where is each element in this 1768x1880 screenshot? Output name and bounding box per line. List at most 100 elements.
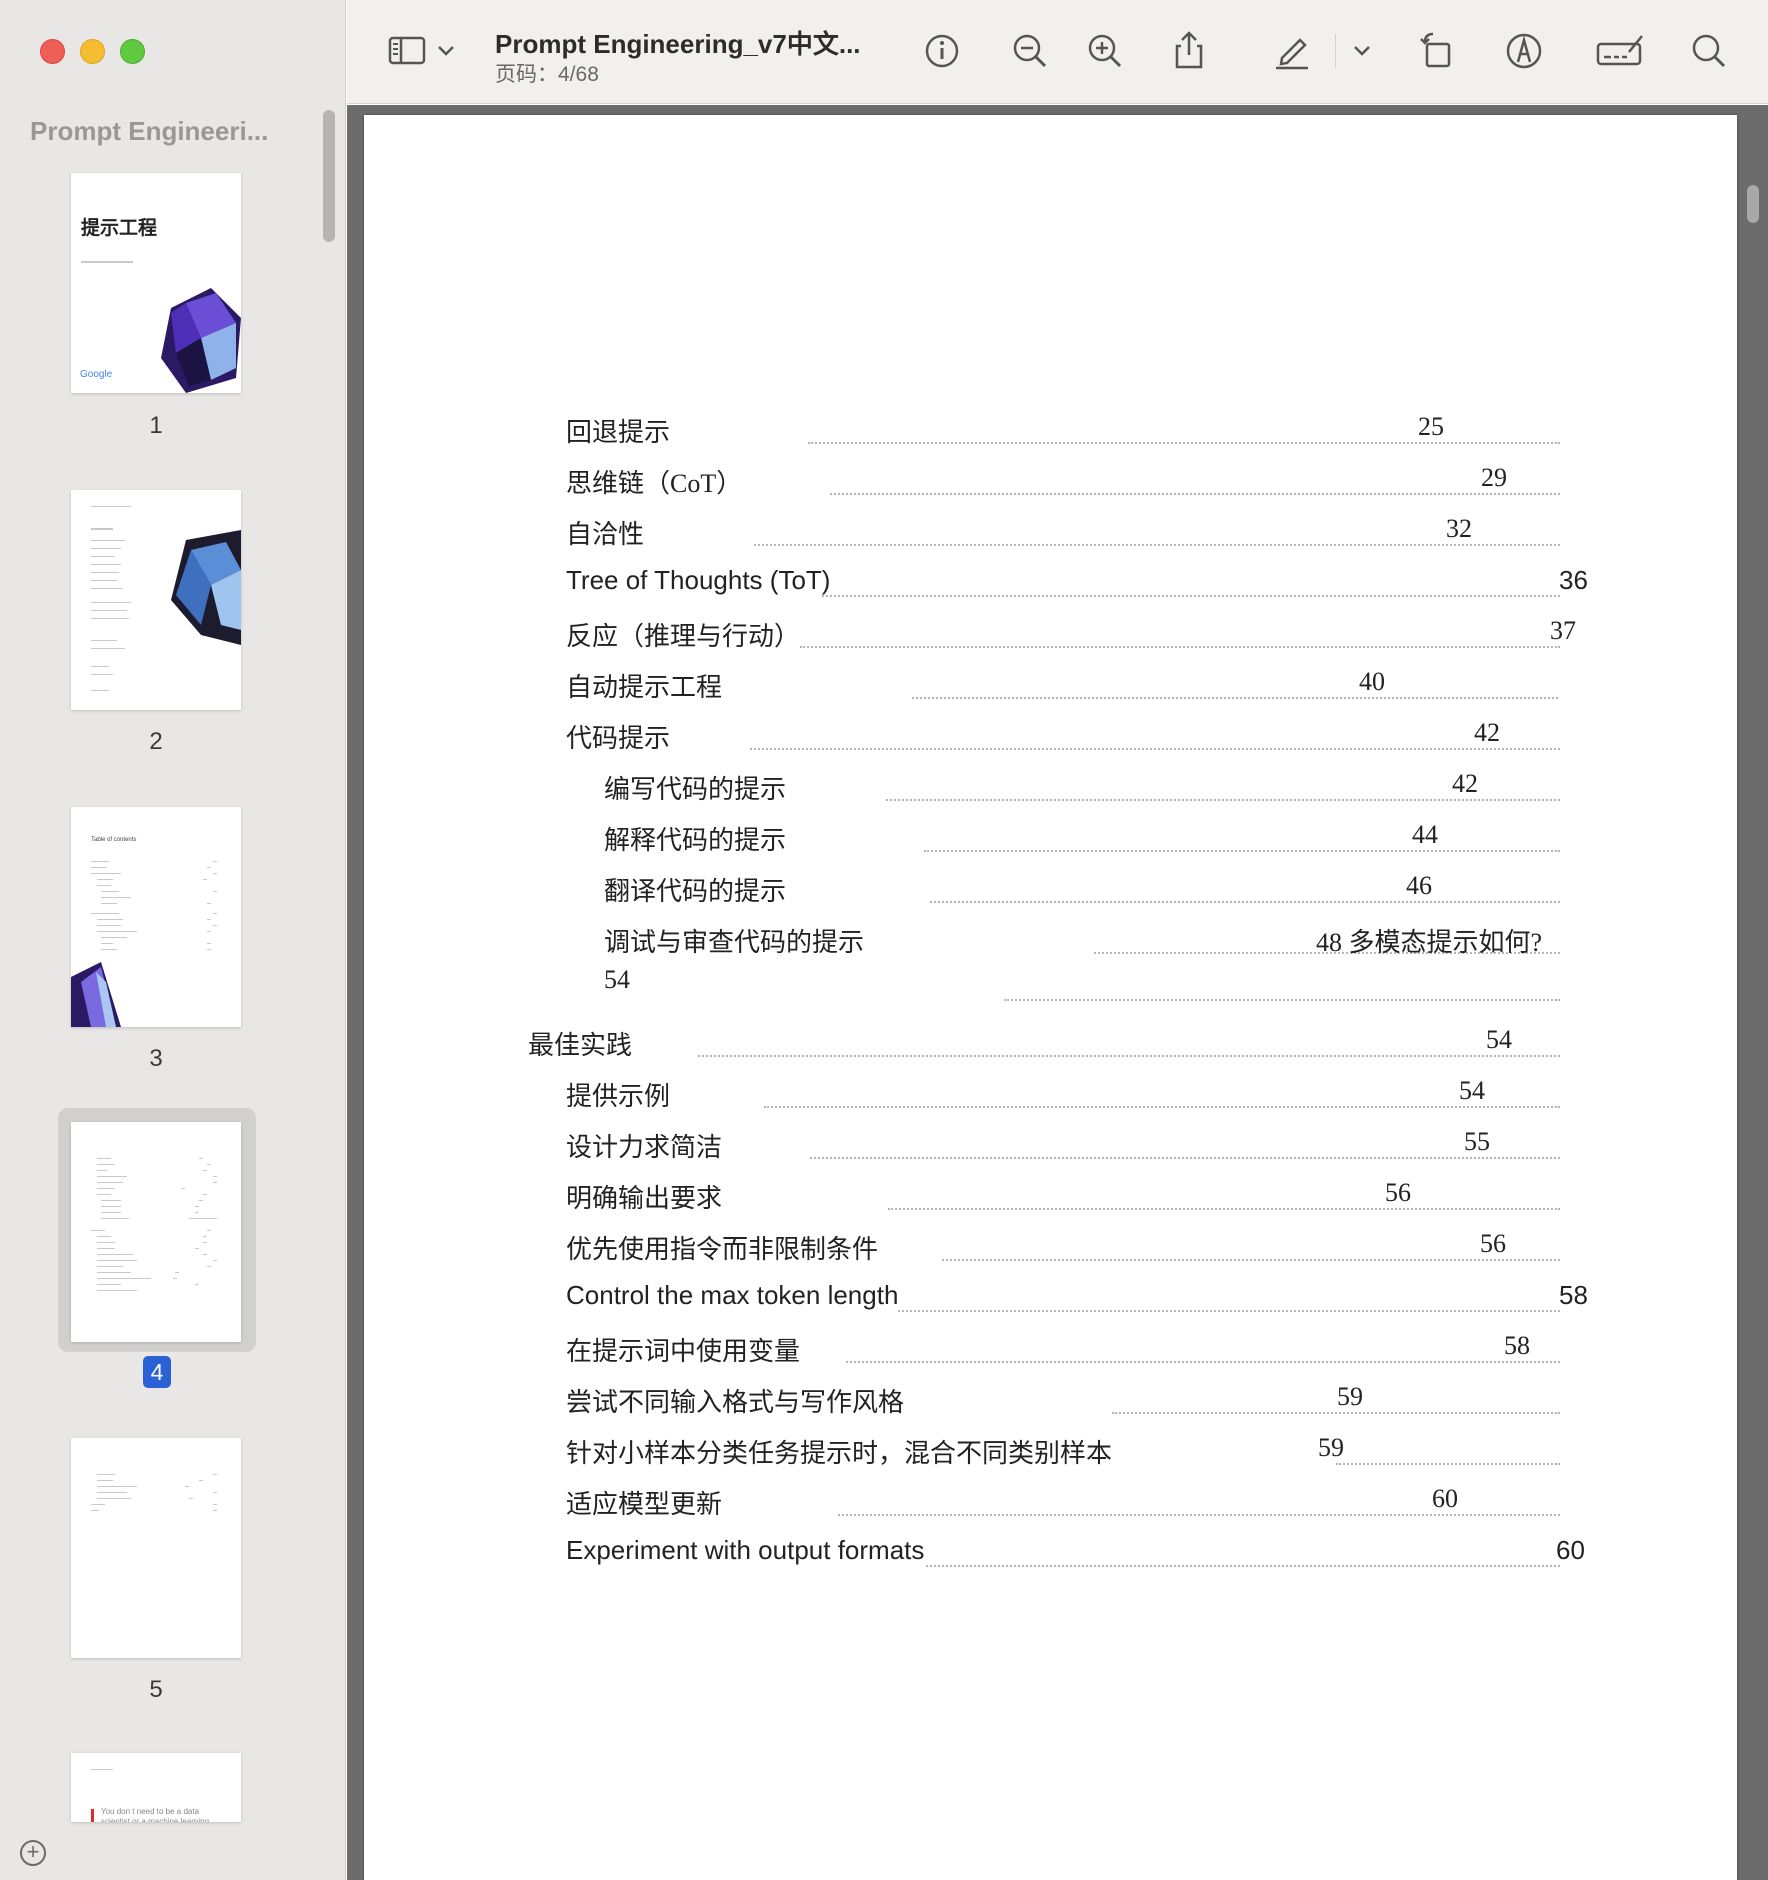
toc-entry[interactable]: 回退提示 25 [566, 412, 1566, 452]
toc-entry[interactable]: 自动提示工程 40 [566, 667, 1566, 707]
thumbnail-heading: 提示工程 [81, 217, 158, 239]
thumbnail-sidebar: Prompt Engineeri... 提示工程 Google 1 2 Tabl… [0, 0, 346, 1880]
signature-icon[interactable] [1595, 30, 1645, 70]
toc-entry-label: 设计力求简洁 [566, 1133, 723, 1162]
toc-entry[interactable]: 翻译代码的提示 46 [604, 871, 1566, 911]
add-page-icon[interactable]: + [20, 1840, 46, 1866]
toc-entry-label: 自动提示工程 [566, 673, 723, 702]
zoom-out-icon[interactable] [1010, 30, 1050, 70]
toc-leader-dots [830, 493, 1560, 495]
gem-graphic-icon [171, 530, 241, 645]
toc-entry-page: 55 [1464, 1127, 1490, 1156]
thumbnail-number: 5 [149, 1676, 163, 1703]
toc-leader-dots [924, 850, 1560, 852]
share-icon[interactable] [1169, 30, 1209, 70]
toc-leader-dots [888, 1208, 1560, 1210]
gem-graphic-icon [71, 962, 121, 1027]
toc-leader-dots [1112, 1412, 1560, 1414]
gem-graphic-icon [161, 288, 241, 393]
sidebar-toggle-icon[interactable] [387, 30, 427, 70]
toc-entry-label: 编写代码的提示 [604, 775, 787, 804]
zoom-window-button[interactable] [120, 39, 145, 64]
toc-entry-page: 58 [1559, 1280, 1588, 1310]
toc-entry[interactable]: 明确输出要求 56 [566, 1178, 1566, 1218]
toc-leader-dots [942, 1259, 1560, 1261]
toc-entry[interactable]: 编写代码的提示 42 [604, 769, 1566, 809]
thumbnail-number-selected: 4 [143, 1356, 171, 1388]
toc-entry-page: 59 [1318, 1433, 1344, 1462]
chevron-down-icon[interactable] [1351, 30, 1373, 70]
toc-leader-dots [698, 1055, 1560, 1057]
rotate-icon[interactable] [1417, 30, 1457, 70]
toc-entry-label: 反应（推理与行动） [566, 622, 801, 651]
toc-leader-dots [838, 1514, 1560, 1516]
toc-leader-dots [822, 595, 1560, 597]
search-icon[interactable] [1689, 30, 1729, 70]
toc-entry[interactable]: 在提示词中使用变量 58 [566, 1331, 1566, 1371]
toc-entry-label: 54 [604, 965, 630, 994]
toc-entry[interactable]: 最佳实践 54 [528, 1025, 1566, 1065]
minimize-window-button[interactable] [80, 39, 105, 64]
toc-entry[interactable]: 解释代码的提示 44 [604, 820, 1566, 860]
thumbnail-page-5[interactable] [71, 1438, 241, 1658]
toc-entry[interactable]: 调试与审查代码的提示 48 多模态提示如何? [604, 922, 1566, 962]
zoom-in-icon[interactable] [1085, 30, 1125, 70]
toc-entry[interactable]: 提供示例 54 [566, 1076, 1566, 1116]
toc-leader-dots [846, 1361, 1560, 1363]
thumbnail-page-4[interactable] [71, 1122, 241, 1342]
toc-entry-page: 46 [1406, 871, 1432, 900]
toc-entry-page: 54 [1459, 1076, 1485, 1105]
highlight-pen-icon[interactable] [1272, 30, 1312, 70]
toc-entry[interactable]: 思维链（CoT） 29 [566, 463, 1566, 503]
toc-entry[interactable]: 设计力求简洁 55 [566, 1127, 1566, 1167]
toc-entry[interactable]: 尝试不同输入格式与写作风格 59 [566, 1382, 1566, 1422]
toc-entry[interactable]: 自洽性 32 [566, 514, 1566, 554]
toc-entry-label: 自洽性 [566, 520, 645, 549]
toc-entry-page: 42 [1452, 769, 1478, 798]
toc-entry[interactable]: 54 [604, 965, 1566, 1005]
toc-entry-label: 思维链（CoT） [566, 469, 743, 498]
toc-entry[interactable]: 优先使用指令而非限制条件 56 [566, 1229, 1566, 1269]
chevron-down-icon[interactable] [435, 30, 457, 70]
toc-entry[interactable]: 针对小样本分类任务提示时，混合不同类别样本 59 [566, 1433, 1566, 1473]
toc-leader-dots [898, 1310, 1560, 1312]
toc-entry-label: 适应模型更新 [566, 1490, 723, 1519]
info-icon[interactable] [922, 30, 962, 70]
toc-leader-dots [810, 1157, 1560, 1159]
toc-leader-dots [764, 1106, 1560, 1108]
toc-leader-dots [800, 646, 1560, 648]
toc-entry-label: 优先使用指令而非限制条件 [566, 1235, 879, 1264]
page-indicator: 页码：4/68 [495, 63, 599, 86]
toc-entry-page: 58 [1504, 1331, 1530, 1360]
toolbar-divider [1335, 34, 1336, 68]
toc-entry[interactable]: 反应（推理与行动） 37 [566, 616, 1596, 656]
toc-entry-label: 针对小样本分类任务提示时，混合不同类别样本 [566, 1439, 1113, 1468]
thumbnail-number: 2 [149, 728, 163, 755]
toc-entry[interactable]: Experiment with output formats 60 [566, 1535, 1596, 1575]
thumbnail-page-6[interactable]: You don t need to be a data scientist or… [71, 1753, 241, 1822]
thumbnail-heading: Table of contents [91, 837, 137, 843]
thumbnail-page-1[interactable]: 提示工程 Google [71, 173, 241, 393]
toc-entry-page: 42 [1474, 718, 1500, 747]
close-window-button[interactable] [40, 39, 65, 64]
thumbnail-page-2[interactable] [71, 490, 241, 710]
toc-entry-page: 48 多模态提示如何? [1316, 928, 1543, 957]
toc-entry[interactable]: 代码提示 42 [566, 718, 1566, 758]
toc-entry-page: 29 [1481, 463, 1507, 492]
sidebar-scrollbar[interactable] [323, 110, 335, 242]
toc-entry[interactable]: 适应模型更新 60 [566, 1484, 1566, 1524]
markup-icon[interactable] [1504, 30, 1544, 70]
document-title: Prompt Engineering_v7中文... [495, 29, 861, 59]
toc-entry[interactable]: Control the max token length 58 [566, 1280, 1596, 1320]
document-scrollbar[interactable] [1747, 185, 1759, 223]
toc-entry-label: 提供示例 [566, 1082, 671, 1111]
toc-entry-label: 在提示词中使用变量 [566, 1337, 801, 1366]
toc-leader-dots [1336, 1463, 1560, 1465]
toc-entry[interactable]: Tree of Thoughts (ToT) 36 [566, 565, 1596, 605]
thumbnail-page-3[interactable]: Table of contents [71, 807, 241, 1027]
toc-entry-page: 59 [1337, 1382, 1363, 1411]
toc-entry-label: 最佳实践 [528, 1031, 633, 1060]
toc-entry-label: 代码提示 [566, 724, 671, 753]
toc-entry-page: 25 [1418, 412, 1444, 441]
toc-entry-label: 回退提示 [566, 418, 671, 447]
